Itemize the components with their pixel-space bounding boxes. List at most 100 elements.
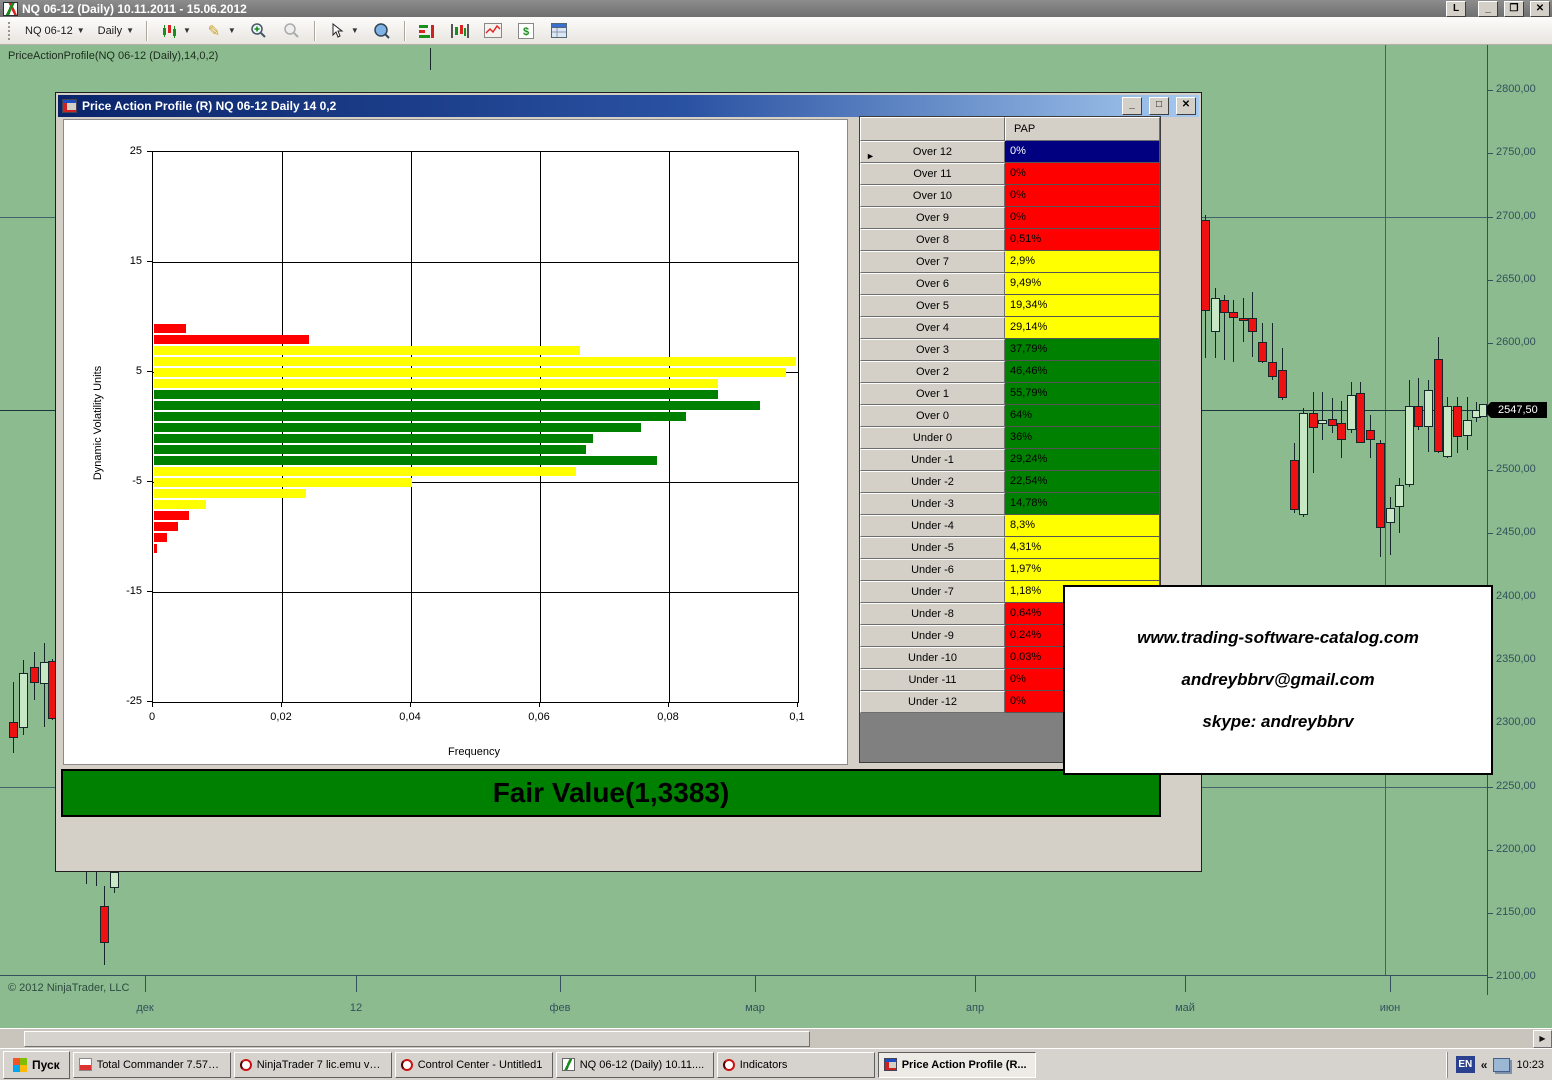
table-value-cell[interactable]: 0,51% (1005, 229, 1160, 251)
table-row-header[interactable]: Under 0 (860, 427, 1005, 449)
table-row-header[interactable]: Under -3 (860, 493, 1005, 515)
table-value-cell[interactable]: 46,46% (1005, 361, 1160, 383)
snapshot-button[interactable] (478, 19, 508, 43)
table-row-header[interactable]: Over 2 (860, 361, 1005, 383)
table-row-header[interactable]: Over 11 (860, 163, 1005, 185)
taskbar-button[interactable]: Control Center - Untitled1 (395, 1052, 553, 1078)
minimize-button[interactable]: _ (1478, 1, 1498, 17)
table-row-header[interactable]: Over 8 (860, 229, 1005, 251)
table-value-cell[interactable]: 36% (1005, 427, 1160, 449)
price-axis-label: 2750,00 (1496, 146, 1536, 158)
table-row-header[interactable]: Under -6 (860, 559, 1005, 581)
table-row-header[interactable]: Over 0 (860, 405, 1005, 427)
drawing-tools-button[interactable]: ✎ ▼ (199, 19, 241, 43)
table-value-cell[interactable]: 8,3% (1005, 515, 1160, 537)
taskbar-button[interactable]: Total Commander 7.57a ... (73, 1052, 231, 1078)
dialog-maximize-button[interactable]: □ (1149, 97, 1169, 115)
x-tick-mark (281, 702, 282, 707)
table-value-cell[interactable]: 0% (1005, 141, 1160, 163)
table-row-header[interactable]: Over 3 (860, 339, 1005, 361)
table-value-cell[interactable]: 0% (1005, 207, 1160, 229)
taskbar-button[interactable]: NQ 06-12 (Daily) 10.11.... (556, 1052, 714, 1078)
table-value-cell[interactable]: 19,34% (1005, 295, 1160, 317)
toolbar-grip-icon[interactable] (8, 22, 13, 40)
chart-style-icon (159, 21, 179, 41)
candlestick (30, 667, 39, 683)
chart-trader-button[interactable] (445, 19, 475, 43)
table-row-header[interactable]: Under -1 (860, 449, 1005, 471)
candlestick (1309, 413, 1318, 428)
zoom-in-button[interactable] (244, 19, 274, 43)
table-row-header[interactable]: Under -5 (860, 537, 1005, 559)
properties-button[interactable] (544, 19, 574, 43)
table-value-cell[interactable]: 1,97% (1005, 559, 1160, 581)
watermark-box: www.trading-software-catalog.com andreyb… (1063, 585, 1493, 775)
watermark-website: www.trading-software-catalog.com (1137, 628, 1419, 648)
tray-chevron-icon[interactable]: « (1481, 1058, 1488, 1072)
table-value-cell[interactable]: 55,79% (1005, 383, 1160, 405)
period-selector[interactable]: Daily ▼ (93, 23, 139, 39)
restore-button[interactable]: ❐ (1504, 1, 1524, 17)
cursor-button[interactable]: ▼ (322, 19, 364, 43)
zoom-in-icon (249, 21, 269, 41)
table-value-cell[interactable]: 14,78% (1005, 493, 1160, 515)
table-value-cell[interactable]: 29,14% (1005, 317, 1160, 339)
instrument-selector[interactable]: NQ 06-12 ▼ (20, 23, 90, 39)
table-value-cell[interactable]: 2,9% (1005, 251, 1160, 273)
table-row-header[interactable]: Under -4 (860, 515, 1005, 537)
dialog-minimize-button[interactable]: _ (1122, 97, 1142, 115)
x-tick-label: 0,02 (261, 711, 301, 723)
link-button[interactable]: L (1446, 1, 1466, 17)
x-tick-label: 0,1 (777, 711, 817, 723)
table-row-header[interactable]: Over 1 (860, 383, 1005, 405)
scrollbar-right-arrow[interactable]: ▶ (1533, 1030, 1552, 1048)
table-value-cell[interactable]: 64% (1005, 405, 1160, 427)
table-row-header[interactable]: Over 9 (860, 207, 1005, 229)
language-indicator[interactable]: EN (1456, 1056, 1475, 1073)
table-value-cell[interactable]: 4,31% (1005, 537, 1160, 559)
table-row-header[interactable]: Over 7 (860, 251, 1005, 273)
chart-toolbar: NQ 06-12 ▼ Daily ▼ ▼ ✎ ▼ (0, 17, 1552, 45)
watermark-skype: skype: andreybbrv (1202, 712, 1353, 732)
table-row-header[interactable]: Over 12► (860, 141, 1005, 163)
zoom-out-button[interactable] (277, 19, 307, 43)
table-row-header[interactable]: Over 5 (860, 295, 1005, 317)
taskbar-button[interactable]: Price Action Profile (R... (878, 1052, 1036, 1078)
scrollbar-thumb[interactable] (24, 1031, 810, 1047)
table-value-cell[interactable]: 37,79% (1005, 339, 1160, 361)
profile-bar (154, 412, 686, 421)
table-value-cell[interactable]: 0% (1005, 185, 1160, 207)
table-value-cell[interactable]: 29,24% (1005, 449, 1160, 471)
table-row-header[interactable]: Under -11 (860, 669, 1005, 691)
table-row-header[interactable]: Under -10 (860, 647, 1005, 669)
candlestick (1434, 359, 1443, 452)
taskbar-button[interactable]: Indicators (717, 1052, 875, 1078)
horizontal-scrollbar[interactable]: ▶ (0, 1028, 1552, 1048)
price-axis-line (1487, 45, 1488, 995)
table-row-header[interactable]: Under -8 (860, 603, 1005, 625)
price-axis-label: 2100,00 (1496, 970, 1536, 982)
close-button[interactable]: ✕ (1530, 1, 1550, 17)
start-button[interactable]: Пуск (3, 1051, 70, 1079)
table-value-cell[interactable]: 0% (1005, 163, 1160, 185)
taskbar-button[interactable]: NinjaTrader 7 lic.emu v5.06 (234, 1052, 392, 1078)
dialog-titlebar[interactable]: Price Action Profile (R) NQ 06-12 Daily … (58, 95, 1199, 117)
account-button[interactable]: $ (511, 19, 541, 43)
table-row-header[interactable]: Over 4 (860, 317, 1005, 339)
table-row-header[interactable]: Over 6 (860, 273, 1005, 295)
table-value-cell[interactable]: 22,54% (1005, 471, 1160, 493)
form-icon (884, 1058, 897, 1071)
table-row-header[interactable]: Over 10 (860, 185, 1005, 207)
table-row-header[interactable]: Under -7 (860, 581, 1005, 603)
table-row-header[interactable]: Under -2 (860, 471, 1005, 493)
network-icon[interactable] (1493, 1058, 1510, 1072)
table-row-header[interactable]: Under -9 (860, 625, 1005, 647)
table-row-header[interactable]: Under -12 (860, 691, 1005, 713)
dialog-close-button[interactable]: ✕ (1176, 97, 1196, 115)
profile-bar (154, 346, 580, 355)
desktop: NQ 06-12 (Daily) 10.11.2011 - 15.06.2012… (0, 0, 1552, 1080)
chart-style-button[interactable]: ▼ (154, 19, 196, 43)
table-value-cell[interactable]: 9,49% (1005, 273, 1160, 295)
data-box-button[interactable] (367, 19, 397, 43)
market-analyzer-button[interactable] (412, 19, 442, 43)
